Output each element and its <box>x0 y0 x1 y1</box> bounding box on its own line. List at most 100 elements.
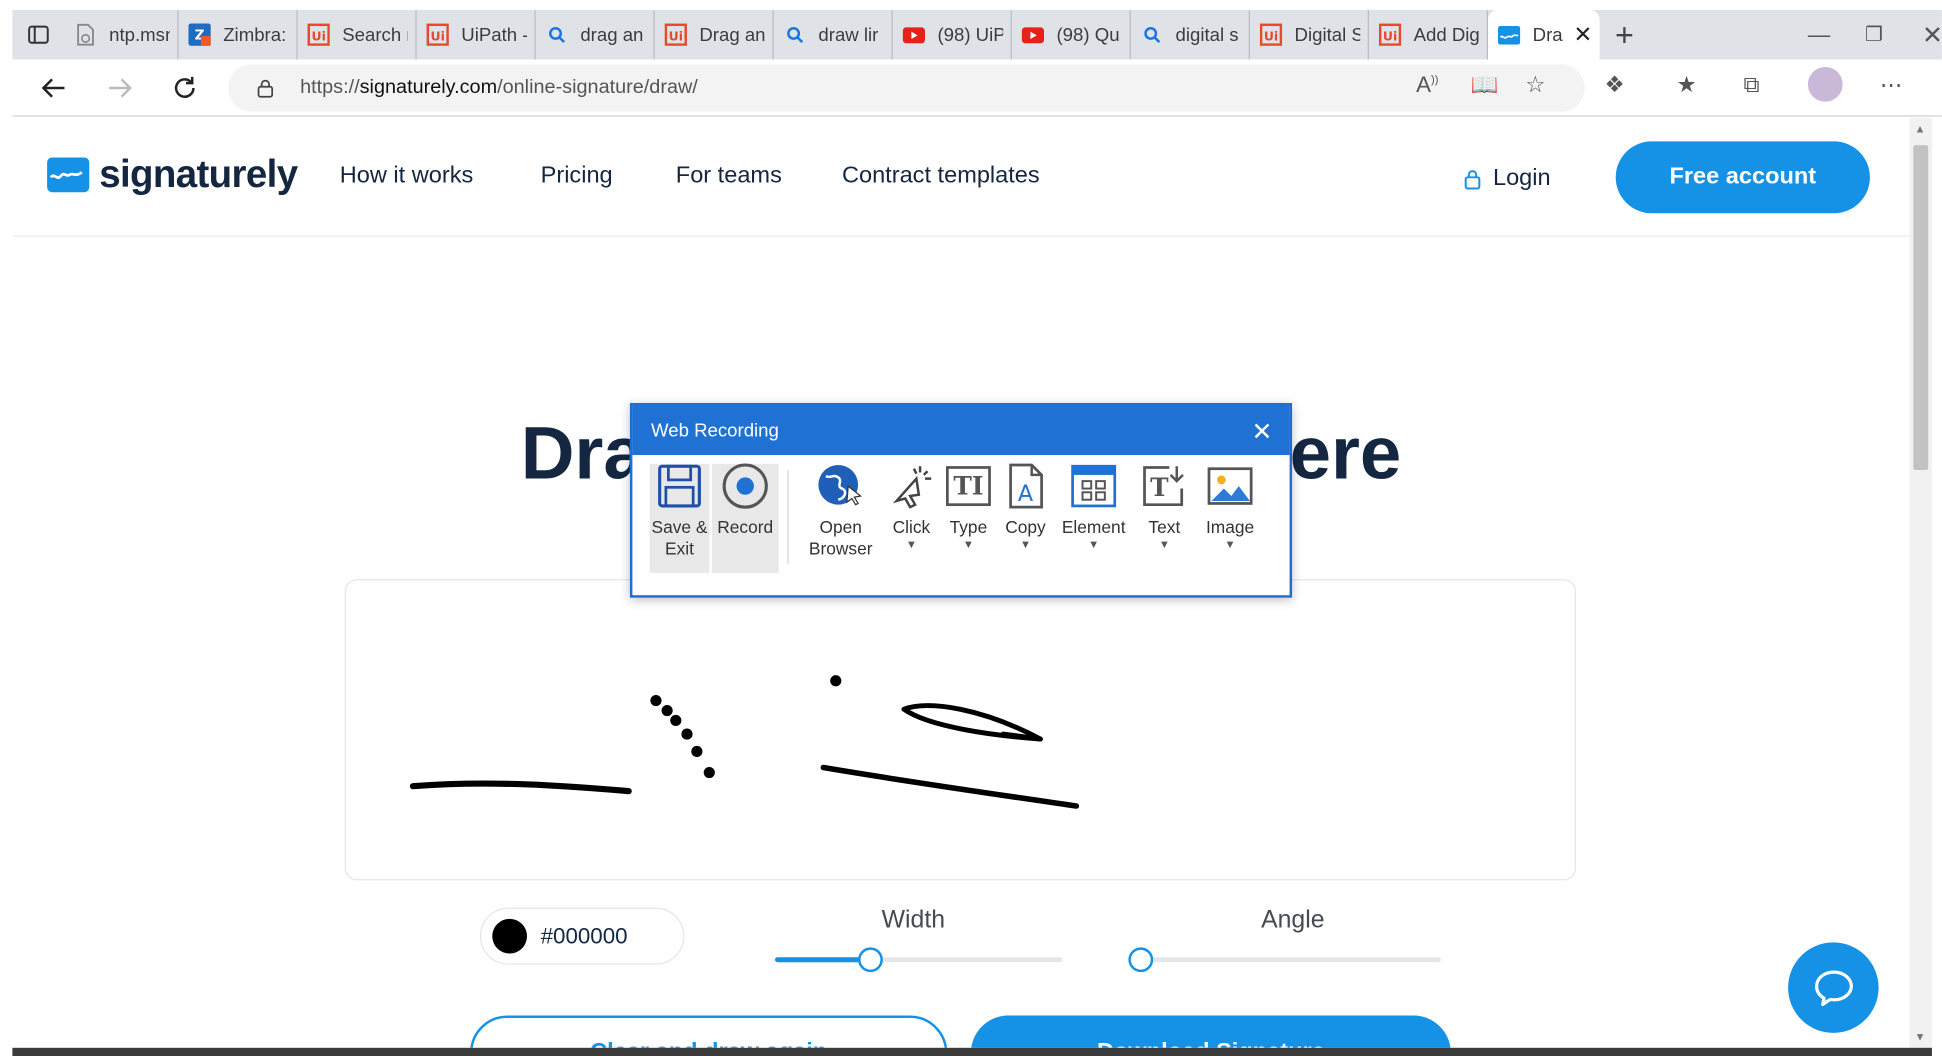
tab-actions-button[interactable] <box>12 10 64 60</box>
cursor-click-icon <box>885 460 937 512</box>
tab-title: UiPath - <box>461 24 527 46</box>
chat-support-button[interactable] <box>1788 942 1879 1033</box>
browser-tab[interactable]: Ui Digital S <box>1250 9 1369 60</box>
width-slider[interactable] <box>775 947 1063 973</box>
tab-title: Add Dig <box>1413 24 1480 46</box>
width-slider-fill <box>775 957 871 963</box>
recorder-title-bar[interactable]: Web Recording ✕ <box>632 405 1290 456</box>
extensions-icon[interactable]: ❖ <box>1605 72 1625 98</box>
browser-tab[interactable]: (98) UiP <box>893 9 1012 60</box>
browser-tab[interactable]: ntp.msn <box>64 9 179 60</box>
back-button[interactable] <box>35 69 72 106</box>
signature-drawing-canvas[interactable] <box>344 579 1577 881</box>
tab-title: Dra <box>1532 24 1563 46</box>
clear-draw-again-button[interactable]: Clear and draw again <box>469 1015 948 1048</box>
open-browser-button[interactable]: Open Browser <box>796 460 885 559</box>
uipath-icon: Ui <box>426 23 449 46</box>
favorites-icon[interactable]: ★ <box>1676 72 1696 98</box>
copy-tool-button[interactable]: A Copy ▼ <box>997 460 1054 551</box>
refresh-button[interactable] <box>166 69 203 106</box>
collections-icon[interactable]: ⧉ <box>1743 72 1759 98</box>
lock-icon <box>1464 169 1481 189</box>
text-tool-button[interactable]: T Text ▼ <box>1136 460 1193 551</box>
browser-tab[interactable]: Ui UiPath - <box>417 9 536 60</box>
scrollbar-thumb[interactable] <box>1913 145 1929 470</box>
nav-contract-templates[interactable]: Contract templates <box>842 162 1040 189</box>
forward-arrow-icon <box>109 78 132 98</box>
svg-text:Ui: Ui <box>312 28 326 43</box>
globe-icon <box>815 460 867 512</box>
browser-tab[interactable]: drag an <box>536 9 655 60</box>
type-label: Type <box>949 517 988 537</box>
close-tab-icon[interactable]: ✕ <box>1573 22 1592 48</box>
image-picture-icon <box>1204 460 1256 512</box>
open-browser-label: Open Browser <box>808 517 873 558</box>
refresh-icon <box>174 76 195 98</box>
browser-tab[interactable]: Z Zimbra: <box>179 9 298 60</box>
close-window-button[interactable]: ✕ <box>1922 10 1942 60</box>
color-hex-value[interactable]: #000000 <box>541 923 628 949</box>
svg-text:Ui: Ui <box>1383 28 1397 43</box>
immersive-reader-icon[interactable]: 📖 <box>1471 72 1499 98</box>
nav-how-it-works[interactable]: How it works <box>340 162 474 189</box>
browser-tab[interactable]: Ui Add Dig <box>1369 9 1488 60</box>
click-tool-button[interactable]: Click ▼ <box>883 460 940 551</box>
tab-title: (98) UiP <box>937 24 1004 46</box>
svg-text:Ui: Ui <box>669 28 683 43</box>
toolbar-divider <box>787 469 789 565</box>
back-arrow-icon <box>41 78 65 98</box>
element-dropdown-caret[interactable]: ▼ <box>1088 538 1099 550</box>
heading-right-visible: ere <box>1289 411 1402 495</box>
image-label: Image <box>1205 517 1255 537</box>
text-label: Text <box>1148 517 1181 537</box>
browser-tab[interactable]: draw lir <box>774 9 893 60</box>
angle-slider[interactable] <box>1128 947 1441 973</box>
search-icon <box>546 24 568 46</box>
login-link[interactable]: Login <box>1463 165 1551 192</box>
text-dropdown-caret[interactable]: ▼ <box>1159 538 1170 550</box>
save-exit-button[interactable]: Save & Exit <box>650 460 710 559</box>
signaturely-logo[interactable]: signaturely <box>47 153 298 198</box>
more-menu-icon[interactable]: ⋯ <box>1880 72 1902 98</box>
address-bar[interactable]: https://signaturely.com/online-signature… <box>228 64 1585 112</box>
image-tool-button[interactable]: Image ▼ <box>1198 460 1262 551</box>
type-dropdown-caret[interactable]: ▼ <box>963 538 974 550</box>
new-tab-button[interactable]: + <box>1600 16 1650 54</box>
tab-title: drag an <box>580 24 644 46</box>
recorder-close-icon[interactable]: ✕ <box>1251 417 1272 448</box>
forward-button[interactable] <box>102 69 139 106</box>
color-swatch[interactable] <box>492 918 527 954</box>
browser-tab[interactable]: digital s <box>1131 9 1250 60</box>
color-picker[interactable]: #000000 <box>479 907 685 965</box>
page-scrollbar[interactable]: ▲ ▼ <box>1909 117 1932 1048</box>
add-favorite-icon[interactable]: ☆ <box>1525 72 1545 98</box>
click-dropdown-caret[interactable]: ▼ <box>906 538 917 550</box>
web-recording-dialog: Web Recording ✕ Save & Exit Record Open … <box>629 403 1293 598</box>
nav-pricing[interactable]: Pricing <box>541 162 613 189</box>
element-grid-icon <box>1068 460 1120 512</box>
record-button[interactable]: Record <box>712 460 779 538</box>
browser-tab[interactable]: Dra ✕ <box>1488 9 1600 60</box>
minimize-button[interactable]: — <box>1808 10 1830 60</box>
chat-bubble-icon <box>1814 969 1853 1006</box>
tab-title: draw lir <box>818 24 879 46</box>
lock-icon[interactable] <box>255 78 275 98</box>
restore-button[interactable]: ❐ <box>1865 10 1883 60</box>
type-tool-button[interactable]: TI Type ▼ <box>940 460 997 551</box>
image-dropdown-caret[interactable]: ▼ <box>1225 538 1236 550</box>
text-extract-icon: T <box>1138 460 1190 512</box>
element-tool-button[interactable]: Element ▼ <box>1056 460 1130 551</box>
uipath-icon: Ui <box>307 23 330 46</box>
width-slider-handle[interactable] <box>858 947 883 973</box>
browser-tab[interactable]: Ui Search r <box>298 9 417 60</box>
browser-tab[interactable]: Ui Drag an <box>655 9 774 60</box>
angle-slider-handle[interactable] <box>1128 947 1154 973</box>
nav-for-teams[interactable]: For teams <box>676 162 782 189</box>
profile-avatar[interactable] <box>1807 66 1843 102</box>
read-aloud-icon[interactable]: A)) <box>1416 72 1438 98</box>
url-text[interactable]: https://signaturely.com/online-signature… <box>300 77 698 99</box>
free-account-button[interactable]: Free account <box>1615 141 1870 214</box>
download-signature-button[interactable]: Download Signature <box>970 1015 1451 1048</box>
browser-tab[interactable]: (98) Qu <box>1012 9 1131 60</box>
copy-dropdown-caret[interactable]: ▼ <box>1020 538 1031 550</box>
